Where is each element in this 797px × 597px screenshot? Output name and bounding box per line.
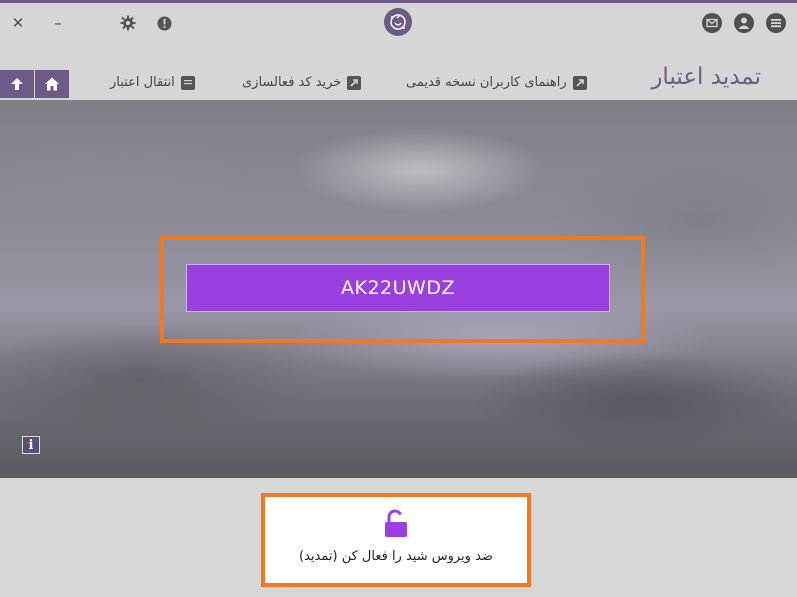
navigation-bar: انتقال اعتبار خرید کد فعالسازی راهنمای ک… bbox=[0, 42, 797, 100]
activate-renew-button[interactable]: ضد ویروس شید را فعال کن (تمدید) bbox=[265, 497, 527, 583]
app-logo-icon bbox=[384, 8, 412, 36]
transfer-credit-label: انتقال اعتبار bbox=[110, 75, 175, 90]
external-link-icon bbox=[572, 75, 587, 90]
legacy-guide-label: راهنمای کاربران نسخه قدیمی bbox=[406, 75, 567, 90]
info-button[interactable]: i bbox=[22, 436, 40, 454]
transfer-icon bbox=[180, 75, 195, 90]
minimize-button[interactable]: – bbox=[48, 13, 68, 33]
settings-button[interactable] bbox=[118, 13, 138, 33]
mail-icon[interactable] bbox=[702, 13, 722, 33]
gear-icon bbox=[120, 15, 136, 31]
up-button[interactable] bbox=[0, 70, 34, 98]
buy-activation-code-link[interactable]: خرید کد فعالسازی bbox=[242, 75, 362, 90]
legacy-guide-link[interactable]: راهنمای کاربران نسخه قدیمی bbox=[406, 75, 587, 90]
transfer-credit-link[interactable]: انتقال اعتبار bbox=[110, 75, 195, 90]
unlock-icon bbox=[385, 509, 407, 537]
user-icon[interactable] bbox=[734, 13, 754, 33]
close-button[interactable]: ✕ bbox=[8, 13, 28, 33]
buy-activation-code-label: خرید کد فعالسازی bbox=[242, 75, 342, 90]
menu-icon[interactable] bbox=[766, 13, 786, 33]
exclamation-icon bbox=[156, 15, 172, 31]
activation-code-display[interactable]: AK22UWDZ bbox=[186, 264, 610, 312]
alert-button[interactable] bbox=[154, 13, 174, 33]
arrow-up-icon bbox=[11, 78, 23, 90]
home-button[interactable] bbox=[35, 70, 69, 98]
window-titlebar: ✕ – bbox=[0, 0, 797, 42]
activate-renew-label: ضد ویروس شید را فعال کن (تمدید) bbox=[299, 549, 493, 564]
home-icon bbox=[45, 77, 59, 91]
page-title: تمدید اعتبار bbox=[651, 64, 761, 90]
external-link-icon bbox=[347, 75, 362, 90]
